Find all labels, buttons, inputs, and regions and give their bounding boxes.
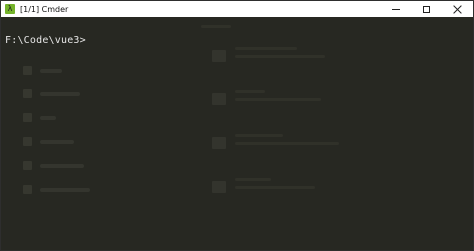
title-bar[interactable]: λ [1/1] Cmder	[1, 1, 473, 17]
command-prompt[interactable]: F:\Code\vue3>	[5, 35, 86, 46]
window-title: [1/1] Cmder	[20, 4, 69, 14]
terminal-area[interactable]: F:\Code\vue3>	[1, 17, 473, 250]
ghost-list-item	[23, 113, 56, 122]
lambda-icon[interactable]: λ	[5, 4, 15, 14]
ghost-list-item	[23, 185, 90, 194]
ghost-icon	[212, 50, 226, 62]
close-button[interactable]	[442, 1, 473, 17]
minimize-icon	[391, 8, 400, 10]
ghost-list-item	[23, 66, 62, 75]
maximize-button[interactable]	[411, 1, 442, 17]
cmder-window: λ [1/1] Cmder F:\Code\vue3>	[0, 0, 474, 251]
ghost-icon	[212, 137, 226, 149]
ghost-icon	[212, 181, 226, 193]
ghost-list-item	[23, 89, 80, 98]
maximize-icon	[423, 5, 430, 13]
minimize-button[interactable]	[380, 1, 411, 17]
ghost-list-item	[23, 161, 84, 170]
background-ghost	[1, 17, 473, 250]
ghost-heading	[201, 25, 231, 28]
ghost-list-item	[23, 137, 74, 146]
close-icon	[453, 5, 462, 14]
window-controls	[380, 1, 473, 17]
ghost-icon	[212, 93, 226, 105]
